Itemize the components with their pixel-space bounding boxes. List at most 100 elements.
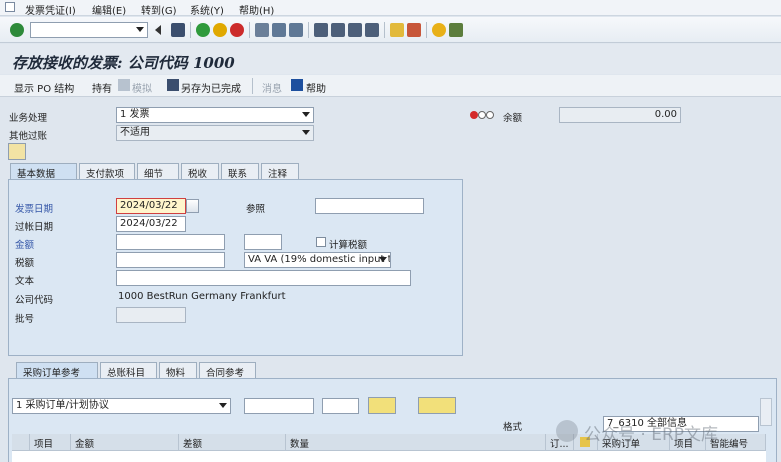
text-label: 文本 <box>15 276 35 287</box>
watermark-text: 公众号 · ERP文库 <box>584 425 719 445</box>
transaction-value: 1 发票 <box>120 109 150 120</box>
info-icon <box>291 79 303 91</box>
previous-page-icon[interactable] <box>331 23 345 37</box>
posting-date-field[interactable]: 2024/03/22 <box>116 216 186 232</box>
transfer-arrow-icon[interactable] <box>368 397 396 414</box>
command-field[interactable] <box>30 22 148 38</box>
save-as-completed-button[interactable]: 另存为已完成 <box>181 80 241 95</box>
back-icon[interactable] <box>196 23 210 37</box>
po-item-field[interactable] <box>322 398 359 414</box>
format-label: 格式 <box>503 422 523 433</box>
wechat-watermark-icon <box>556 420 578 442</box>
calendar-icon[interactable] <box>186 199 199 213</box>
next-page-icon[interactable] <box>348 23 362 37</box>
page-title: 存放接收的发票: 公司代码 1000 <box>12 54 235 72</box>
calculate-tax-checkbox[interactable] <box>316 237 326 247</box>
hold-button[interactable]: 持有 <box>92 80 112 95</box>
reference-doc-type-select[interactable]: 1 采购订单/计划协议 <box>12 398 231 414</box>
column-quantity[interactable]: 数量 <box>286 434 546 450</box>
invoice-date-label: 发票日期 <box>15 204 54 215</box>
tab-gl-account[interactable]: 总账科目 <box>100 362 157 379</box>
other-posting-label: 其他过账 <box>9 131 48 142</box>
status-light-green-icon <box>486 111 494 119</box>
print-icon[interactable] <box>255 23 269 37</box>
chevron-down-icon <box>302 130 310 135</box>
find-icon[interactable] <box>272 23 286 37</box>
menu-goto[interactable]: 转到(G) <box>141 2 177 17</box>
tab-po-reference[interactable]: 采购订单参考 <box>16 362 98 379</box>
help-icon[interactable] <box>432 23 446 37</box>
transaction-select[interactable]: 1 发票 <box>116 107 314 123</box>
tab-payment[interactable]: 支付款项 <box>79 163 135 180</box>
tab-material[interactable]: 物料 <box>159 362 197 379</box>
cancel-icon[interactable] <box>230 23 244 37</box>
status-light-red-icon <box>470 111 478 119</box>
row-selector-header[interactable] <box>12 434 30 450</box>
tab-contact[interactable]: 联系 <box>221 163 259 180</box>
show-po-structure-button[interactable]: 显示 PO 结构 <box>14 80 74 95</box>
currency-field[interactable] <box>244 234 282 250</box>
last-page-icon[interactable] <box>365 23 379 37</box>
menu-edit[interactable]: 编辑(E) <box>92 2 126 17</box>
po-number-field[interactable] <box>244 398 314 414</box>
document-header-toggle-icon[interactable] <box>8 143 26 160</box>
reference-field[interactable] <box>315 198 424 214</box>
tab-notes[interactable]: 注释 <box>261 163 299 180</box>
column-difference[interactable]: 差额 <box>179 434 286 450</box>
status-light-yellow-icon <box>478 111 486 119</box>
reference-label: 参照 <box>246 204 266 215</box>
balance-label: 余额 <box>503 113 523 124</box>
simulate-button[interactable]: 模拟 <box>132 80 152 95</box>
amount-field[interactable] <box>116 234 225 250</box>
column-amount[interactable]: 金额 <box>71 434 179 450</box>
tab-basic-data[interactable]: 基本数据 <box>10 163 77 180</box>
calculate-tax-label: 计算税额 <box>329 240 368 251</box>
chevron-down-icon <box>302 112 310 117</box>
tax-code-select[interactable]: VA VA (19% domestic input t... <box>244 252 391 268</box>
other-posting-value: 不适用 <box>120 127 150 138</box>
simulate-icon <box>118 79 130 91</box>
menu-bar: 发票凭证(I) 编辑(E) 转到(G) 系统(Y) 帮助(H) <box>0 0 781 17</box>
company-code-label: 公司代码 <box>15 295 54 306</box>
tab-details[interactable]: 细节 <box>137 163 179 180</box>
layout-settings-icon[interactable] <box>449 23 463 37</box>
company-code-value: 1000 BestRun Germany Frankfurt <box>118 291 286 302</box>
lot-label: 批号 <box>15 314 35 325</box>
menu-system[interactable]: 系统(Y) <box>190 2 224 17</box>
chevron-down-icon <box>379 257 387 262</box>
menu-help[interactable]: 帮助(H) <box>239 2 274 17</box>
menu-invoice-document[interactable]: 发票凭证(I) <box>25 2 76 17</box>
save-icon[interactable] <box>171 23 185 37</box>
invoice-date-field[interactable]: 2024/03/22 <box>116 198 186 214</box>
multiple-selection-icon[interactable] <box>418 397 456 414</box>
chevron-left-icon[interactable] <box>154 23 162 37</box>
amount-label: 金额 <box>15 240 35 251</box>
help-button[interactable]: 帮助 <box>306 80 326 95</box>
save-completed-icon <box>167 79 179 91</box>
application-toolbar: 显示 PO 结构 持有 模拟 另存为已完成 消息 帮助 <box>0 75 781 97</box>
lot-field <box>116 307 186 323</box>
reference-doc-type-value: 1 采购订单/计划协议 <box>16 400 109 411</box>
tab-contract-reference[interactable]: 合同参考 <box>199 362 256 379</box>
first-page-icon[interactable] <box>314 23 328 37</box>
tax-amount-label: 税额 <box>15 258 35 269</box>
messages-button[interactable]: 消息 <box>262 80 282 95</box>
other-posting-select[interactable]: 不适用 <box>116 125 314 141</box>
tab-tax[interactable]: 税收 <box>181 163 219 180</box>
enter-check-icon[interactable] <box>10 23 24 37</box>
new-session-icon[interactable] <box>390 23 404 37</box>
tax-code-value: VA VA (19% domestic input t... <box>248 254 391 265</box>
tax-amount-field[interactable] <box>116 252 225 268</box>
find-next-icon[interactable] <box>289 23 303 37</box>
shortcut-icon[interactable] <box>407 23 421 37</box>
exit-icon[interactable] <box>213 23 227 37</box>
column-item[interactable]: 项目 <box>30 434 71 450</box>
scrollbar[interactable] <box>760 398 772 426</box>
posting-date-label: 过帐日期 <box>15 222 54 233</box>
text-field[interactable] <box>116 270 411 286</box>
chevron-down-icon <box>219 403 227 408</box>
window-menu-icon[interactable] <box>5 2 15 12</box>
chevron-down-icon <box>136 27 144 32</box>
grid-first-row[interactable] <box>12 450 766 462</box>
standard-toolbar <box>0 17 781 43</box>
